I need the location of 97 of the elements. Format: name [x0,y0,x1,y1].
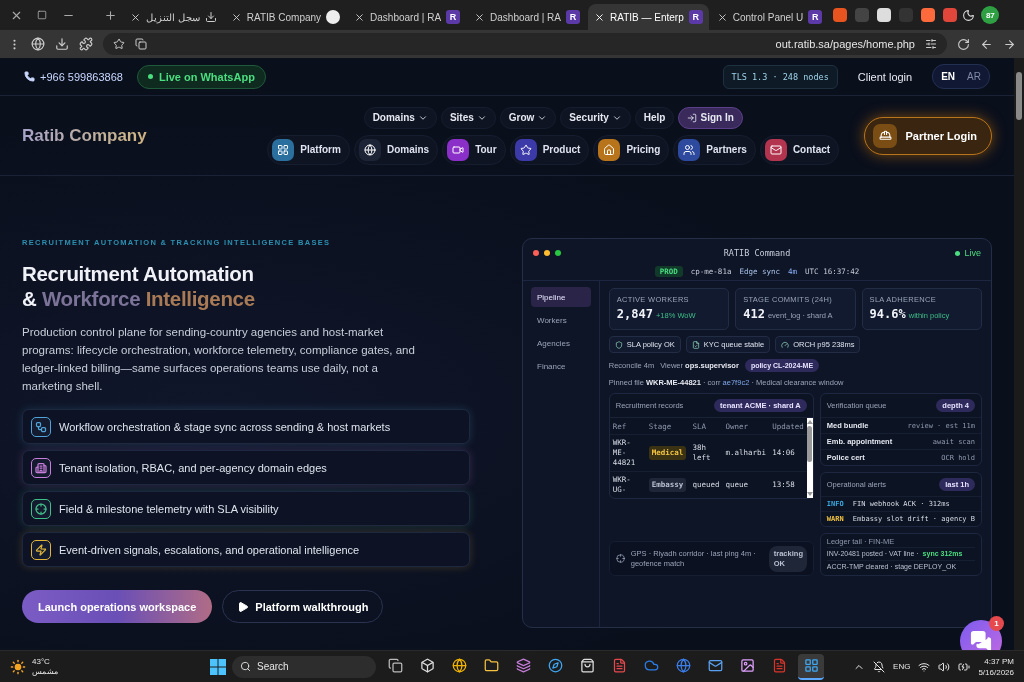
gauge-icon [781,340,790,349]
profile-icon[interactable] [31,37,45,51]
site-settings-icon[interactable] [925,38,937,50]
browser-tab[interactable]: سجل التنزيل [124,4,223,30]
battery-icon[interactable] [958,660,971,673]
hard-hat-icon [873,123,898,148]
client-login-link[interactable]: Client login [857,70,913,83]
clock[interactable]: 4:37 PM 5/16/2026 [978,655,1014,678]
language-option[interactable]: AR [962,68,986,85]
sidebar-item[interactable]: Pipeline [531,287,591,307]
close-dot [533,250,539,256]
sidebar-item[interactable]: Agencies [531,333,591,353]
sidebar-item[interactable]: Finance [531,356,591,376]
browser-tab[interactable]: RATIB Company [224,4,347,30]
nav-link[interactable]: Domains [353,134,439,165]
minimize-dot [544,250,550,256]
nav-link[interactable]: Product [509,134,590,165]
nav-link[interactable]: Platform [267,134,350,165]
close-icon[interactable] [716,11,728,23]
new-tab-icon[interactable] [103,8,117,22]
hero-description: Production control plane for sending-country agencies and host-market programs: lifecycle orchestration, workforce telemetry, compliance gates, and ledger-linked billing—same surfaces operations teams use daily, not a marketing shell. [22,325,416,394]
file-icon [691,340,700,349]
weather-text: مشمس [32,666,58,677]
forward-icon[interactable] [1003,37,1016,51]
start-icon[interactable] [210,658,226,675]
login-icon [687,112,698,123]
notifications-off-icon[interactable] [873,660,886,673]
language-indicator[interactable]: ENG [893,662,911,671]
menu-dropdown[interactable]: Sites [440,106,496,129]
close-icon[interactable] [354,11,366,23]
sidebar-item[interactable]: Workers [531,310,591,330]
download-icon[interactable] [55,37,69,51]
close-icon[interactable] [130,11,141,23]
walkthrough-button[interactable]: Platform walkthrough [222,590,384,623]
reload-icon[interactable] [957,37,970,51]
site-icon[interactable] [921,8,936,22]
crosshair-icon [615,554,625,563]
feature-text: Tenant isolation, RBAC, and per-agency domain edges [59,461,327,474]
site-icon[interactable] [877,8,892,22]
download-icon [204,11,217,23]
volume-icon[interactable] [938,660,951,673]
menu-dropdown[interactable]: Domains [363,106,437,129]
kpi-value: 94.6% [869,307,906,321]
phone-link[interactable]: +966 599863868 [24,70,123,83]
close-icon[interactable] [594,11,605,23]
shield-icon [614,340,623,349]
feature-text: Workflow orchestration & stage sync across sending & host markets [59,420,391,433]
live-status: Live [921,248,981,258]
taskbar-app-icon[interactable] [798,653,824,680]
nav-link[interactable]: Pricing [593,134,670,165]
restore-icon[interactable] [37,10,47,20]
site-icon: R [688,10,703,24]
nav-link[interactable]: Contact [759,134,840,165]
whatsapp-button[interactable]: Live on WhatsApp [136,64,266,89]
site-icon: R [566,10,580,24]
search-icon [240,661,251,672]
menu-dropdown[interactable]: Security [560,106,631,129]
close-icon[interactable] [230,11,242,23]
feature-text: Event-driven signals, escalations, and operational intelligence [59,543,360,556]
sign-in-button[interactable]: Sign In [678,106,743,129]
sun-icon [10,658,26,675]
hero-title: Recruitment Automation & Workforce Intelligence [22,261,256,311]
wifi-icon[interactable] [918,660,931,673]
taskbar-search[interactable]: Search [232,655,376,678]
site-icon: R [808,10,823,24]
translate-icon[interactable] [135,38,147,50]
tls-badge: TLS 1.3 · 248 nodes [722,64,838,89]
language-option[interactable]: EN [936,68,961,85]
browser-tab[interactable]: Dashboard | RA R [348,4,467,30]
maximize-dot [555,250,561,256]
browser-tab[interactable]: Dashboard | RA R [468,4,586,30]
temperature-text: 43°C [32,656,51,667]
status-dot [147,74,153,79]
launch-workspace-button[interactable]: Launch operations workspace [22,590,213,623]
menu-link[interactable]: Help [634,106,675,129]
browser-tab[interactable]: RATIB — Enterp R [588,4,709,30]
bookmark-icon[interactable] [113,38,125,50]
play-icon [237,600,250,613]
extensions-icon[interactable] [79,37,93,51]
address-bar[interactable]: out.ratib.sa/pages/home.php [103,33,947,55]
kpi-value: 412 [743,307,765,321]
chat-icon [970,630,992,650]
notification-badge: 1 [989,616,1004,631]
phone-icon [24,71,35,82]
close-icon[interactable] [474,11,486,23]
back-icon[interactable] [980,37,993,51]
nav-link[interactable]: Partners [673,134,756,165]
browser-tab[interactable]: Control Panel U R [710,4,829,30]
site-icon [326,10,341,24]
partner-login-button[interactable]: Partner Login [864,116,992,155]
menu-dropdown[interactable]: Grow [499,106,557,129]
kpi-value: 2,847 [616,307,653,321]
console-title: RATIB Command [722,248,792,258]
moon-icon[interactable] [962,8,976,22]
site-icon: R [446,10,461,24]
feature-text: Field & milestone telemetry with SLA visibility [59,502,279,515]
nav-link[interactable]: Tour [442,134,506,165]
